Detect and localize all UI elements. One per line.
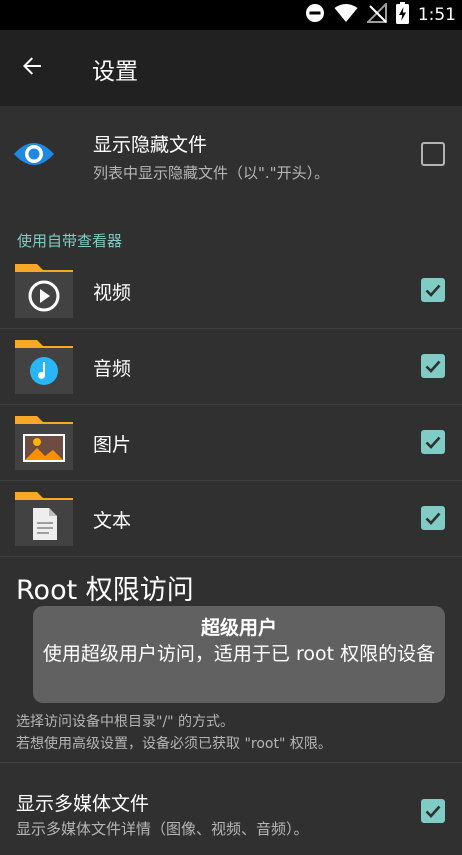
viewer-audio-checkbox[interactable]: [421, 354, 445, 378]
audio-folder-icon: [13, 338, 75, 396]
root-access-desc-line1: 选择访问设备中根目录"/" 的方式。: [16, 714, 235, 730]
divider: [0, 480, 462, 481]
show-hidden-files-checkbox[interactable]: [421, 142, 445, 166]
viewer-item-label: 图片: [93, 434, 132, 456]
category-builtin-viewer: 使用自带查看器: [17, 232, 123, 250]
show-hidden-files-summary: 列表中显示隐藏文件（以"."开头）。: [93, 164, 330, 182]
divider: [0, 556, 462, 557]
battery-charging-icon: [395, 2, 409, 28]
app-bar: 设置: [0, 30, 462, 106]
viewer-text-checkbox[interactable]: [421, 506, 445, 530]
arrow-back-icon: [20, 54, 44, 82]
viewer-item-label: 文本: [93, 510, 132, 532]
superuser-tooltip: 超级用户 使用超级用户访问，适用于已 root 权限的设备: [33, 606, 445, 703]
image-folder-icon: [13, 414, 75, 472]
divider: [0, 762, 462, 763]
viewer-item-image[interactable]: 图片: [0, 406, 462, 480]
show-hidden-files-row[interactable]: 显示隐藏文件 列表中显示隐藏文件（以"."开头）。: [0, 106, 462, 212]
back-button[interactable]: [14, 50, 50, 86]
viewer-item-text[interactable]: 文本: [0, 482, 462, 556]
viewer-video-checkbox[interactable]: [421, 278, 445, 302]
no-signal-icon: [365, 1, 387, 27]
show-hidden-files-title: 显示隐藏文件: [93, 134, 208, 156]
tooltip-title: 超级用户: [200, 617, 277, 639]
wifi-icon: [334, 3, 358, 27]
viewer-item-label: 音频: [93, 358, 132, 380]
viewer-item-video[interactable]: 视频: [0, 254, 462, 328]
root-access-title[interactable]: Root 权限访问: [16, 568, 194, 607]
show-media-files-title: 显示多媒体文件: [16, 793, 150, 815]
status-bar: 1:51: [0, 0, 462, 30]
status-time: 1:51: [417, 5, 456, 25]
divider: [0, 404, 462, 405]
text-folder-icon: [13, 490, 75, 548]
show-media-files-summary: 显示多媒体文件详情（图像、视频、音频）。: [16, 820, 309, 838]
viewer-image-checkbox[interactable]: [421, 430, 445, 454]
root-access-desc-line2: 若想使用高级设置，设备必须已获取 "root" 权限。: [16, 736, 332, 752]
page-title: 设置: [92, 59, 138, 85]
viewer-item-audio[interactable]: 音频: [0, 330, 462, 404]
status-icons: 1:51: [305, 1, 456, 28]
do-not-disturb-icon: [305, 3, 325, 27]
show-media-files-checkbox[interactable]: [421, 799, 445, 823]
tooltip-body: 使用超级用户访问，适用于已 root 权限的设备: [42, 643, 436, 665]
video-folder-icon: [13, 262, 75, 320]
eye-icon: [13, 139, 55, 173]
divider: [0, 328, 462, 329]
viewer-item-label: 视频: [93, 282, 132, 304]
